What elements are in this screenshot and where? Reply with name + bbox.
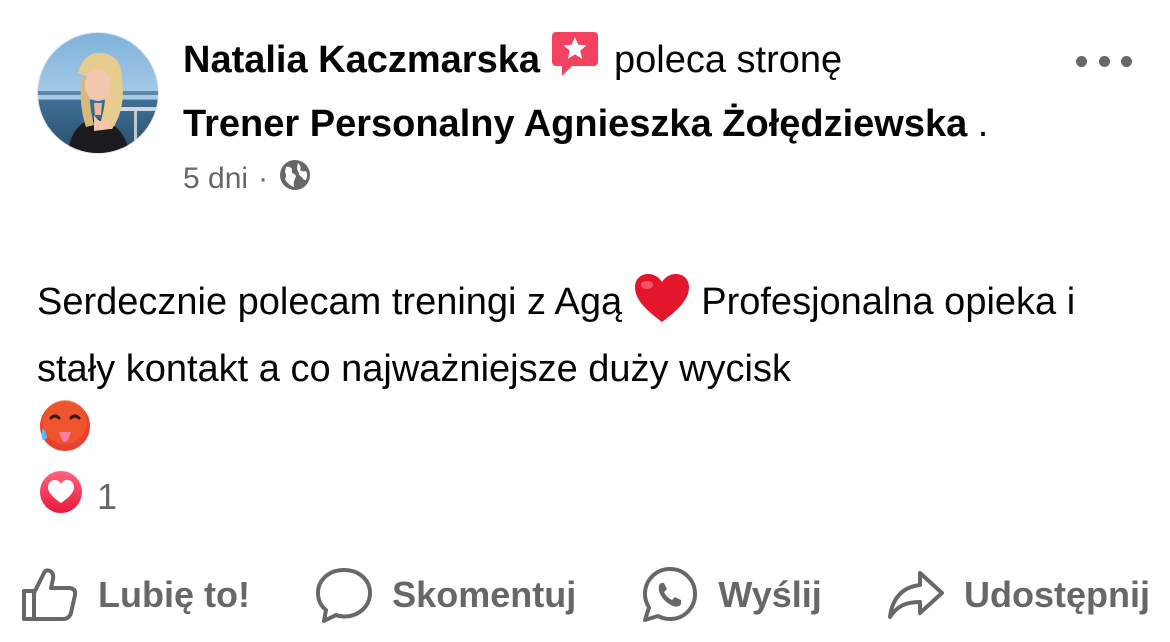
globe-icon[interactable] <box>278 158 312 200</box>
reaction-count: 1 <box>97 475 118 517</box>
send-button[interactable]: Wyślij <box>640 565 822 625</box>
comment-bubble-icon <box>316 568 373 623</box>
send-label: Wyślij <box>718 574 822 615</box>
comment-label: Skomentuj <box>392 574 577 615</box>
author-avatar[interactable] <box>37 32 159 154</box>
like-button[interactable]: Lubię to! <box>20 565 250 625</box>
post-time[interactable]: 5 dni <box>183 162 248 196</box>
post-header: Natalia Kaczmarska poleca stronę Trener … <box>183 30 1063 199</box>
reactions-summary[interactable]: 1 <box>37 468 117 525</box>
dot-icon <box>1076 55 1087 67</box>
more-options-button[interactable] <box>1076 46 1132 76</box>
comment-button[interactable]: Skomentuj <box>314 565 576 625</box>
recommendation-star-icon <box>550 30 600 95</box>
love-reaction-icon <box>37 468 85 525</box>
whatsapp-icon <box>643 567 698 622</box>
action-text: poleca stronę <box>614 39 843 81</box>
post-actions-bar: Lubię to! Skomentuj Wyślij Udostępnij <box>20 560 1150 630</box>
meta-separator: · <box>258 162 269 195</box>
share-button[interactable]: Udostępnij <box>886 565 1150 625</box>
red-heart-emoji <box>633 272 691 341</box>
page-suffix: . <box>967 103 989 145</box>
dot-icon <box>1098 55 1110 67</box>
post-meta: 5 dni · <box>183 159 1063 199</box>
post-headline: Natalia Kaczmarska poleca stronę Trener … <box>183 30 1063 153</box>
thumbs-up-icon <box>22 568 78 621</box>
share-label: Udostępnij <box>964 574 1150 615</box>
post-body: Serdecznie polecam treningi z Agą Profes… <box>37 272 1147 471</box>
share-arrow-icon <box>888 571 944 619</box>
like-label: Lubię to! <box>98 574 250 615</box>
recommended-page-link[interactable]: Trener Personalny Agnieszka Żołędziewska <box>183 103 967 145</box>
dot-icon <box>1121 55 1132 67</box>
post-body-text-1: Serdecznie polecam treningi z Agą <box>37 281 633 323</box>
hot-face-emoji <box>37 398 93 471</box>
author-name[interactable]: Natalia Kaczmarska <box>183 39 540 81</box>
